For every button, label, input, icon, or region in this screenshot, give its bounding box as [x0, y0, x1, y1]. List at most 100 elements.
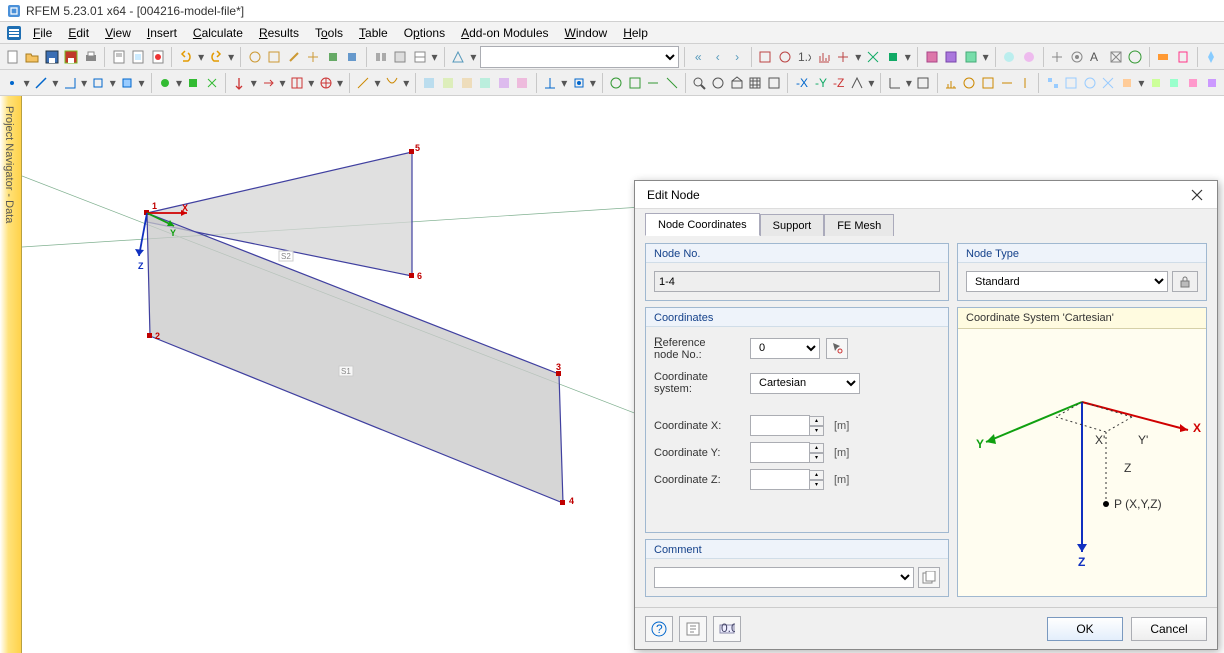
coord-z-down[interactable]: ▾ [810, 480, 824, 490]
coord-x-up[interactable]: ▴ [810, 416, 824, 426]
ok-button[interactable]: OK [1047, 617, 1123, 641]
tb2-44[interactable] [1063, 73, 1080, 93]
coord-x-down[interactable]: ▾ [810, 426, 824, 436]
tb-generic-4[interactable] [305, 47, 322, 67]
project-navigator-tab[interactable]: Project Navigator - Data [0, 96, 22, 653]
tb2-16[interactable] [440, 73, 457, 93]
tb-nav-next[interactable]: › [728, 47, 745, 67]
tb2-23[interactable] [608, 73, 625, 93]
tb2-38[interactable] [942, 73, 959, 93]
menu-help[interactable]: Help [616, 24, 655, 42]
tb2-27[interactable] [691, 73, 708, 93]
tb-loadcase-select[interactable] [480, 46, 679, 68]
tb-nav-first[interactable]: « [690, 47, 707, 67]
tb2-26[interactable] [664, 73, 681, 93]
tb2-36[interactable] [886, 73, 903, 93]
menu-table[interactable]: Table [352, 24, 395, 42]
tb2-13[interactable] [355, 73, 372, 93]
coord-x-input[interactable] [750, 415, 810, 436]
tb2-20[interactable] [514, 73, 531, 93]
tb2-17[interactable] [458, 73, 475, 93]
app-menu-icon[interactable] [4, 24, 24, 42]
tb2-18[interactable] [477, 73, 494, 93]
coord-y-up[interactable]: ▴ [810, 443, 824, 453]
tb-generic-10[interactable] [450, 47, 467, 67]
tb-generic-21[interactable] [1001, 47, 1018, 67]
menu-calculate[interactable]: Calculate [186, 24, 250, 42]
menu-view[interactable]: View [98, 24, 138, 42]
tab-fe-mesh[interactable]: FE Mesh [824, 214, 894, 236]
tb-save-red[interactable] [62, 47, 79, 67]
tb2-14[interactable] [384, 73, 401, 93]
tab-support[interactable]: Support [760, 214, 825, 236]
tb-nav-prev[interactable]: ‹ [709, 47, 726, 67]
comment-library-button[interactable] [918, 567, 940, 588]
tb-print[interactable] [82, 47, 99, 67]
tb2-11[interactable] [289, 73, 306, 93]
tb2-25[interactable] [645, 73, 662, 93]
tb2-19[interactable] [496, 73, 513, 93]
tb-generic-18[interactable] [923, 47, 940, 67]
tb-generic-15[interactable] [835, 47, 852, 67]
tb2-43[interactable] [1044, 73, 1061, 93]
dialog-close-button[interactable] [1183, 184, 1211, 206]
tb2-1[interactable] [4, 73, 21, 93]
tb-generic-11[interactable] [757, 47, 774, 67]
tb-generic-7[interactable] [372, 47, 389, 67]
tb-generic-25[interactable]: A [1087, 47, 1104, 67]
tb-generic-8[interactable] [391, 47, 408, 67]
coord-y-down[interactable]: ▾ [810, 453, 824, 463]
tb-generic-16[interactable] [865, 47, 882, 67]
tab-node-coordinates[interactable]: Node Coordinates [645, 213, 760, 236]
tb-generic-28[interactable] [1155, 47, 1172, 67]
tb-generic-30[interactable] [1202, 47, 1219, 67]
tb-undo[interactable] [177, 47, 194, 67]
tb2-49[interactable] [1166, 73, 1183, 93]
tb2-6[interactable] [156, 73, 173, 93]
tb2-29[interactable] [728, 73, 745, 93]
ref-node-pick-button[interactable] [826, 338, 848, 359]
ref-node-select[interactable]: 0 [750, 338, 820, 359]
tb-generic-13[interactable]: 1.xx [796, 47, 813, 67]
coord-y-input[interactable] [750, 442, 810, 463]
tb-generic-6[interactable] [344, 47, 361, 67]
tb-9-drop[interactable]: ▾ [430, 50, 439, 64]
tb2-48[interactable] [1147, 73, 1164, 93]
tb2-3[interactable] [61, 73, 78, 93]
tb2-7[interactable] [185, 73, 202, 93]
tb2-8[interactable] [204, 73, 221, 93]
menu-edit[interactable]: Edit [61, 24, 96, 42]
menu-file[interactable]: File [26, 24, 59, 42]
tb-generic-23[interactable] [1049, 47, 1066, 67]
tb2-47[interactable] [1119, 73, 1136, 93]
tb2-10[interactable] [260, 73, 277, 93]
coord-system-select[interactable]: Cartesian [750, 373, 860, 394]
tb-redo-drop[interactable]: ▾ [227, 50, 236, 64]
node-type-select[interactable]: Standard [966, 271, 1168, 292]
tb-generic-14[interactable] [815, 47, 832, 67]
tb-new[interactable] [4, 47, 21, 67]
menu-insert[interactable]: Insert [140, 24, 184, 42]
tb2-50[interactable] [1185, 73, 1202, 93]
tb2-41[interactable] [998, 73, 1015, 93]
tb-report-3[interactable] [149, 47, 166, 67]
tb-generic-29[interactable] [1174, 47, 1191, 67]
tb2-30[interactable] [747, 73, 764, 93]
tb2-9[interactable] [231, 73, 248, 93]
tb-generic-26[interactable] [1107, 47, 1124, 67]
tb-generic-3[interactable] [285, 47, 302, 67]
tb2-5[interactable] [119, 73, 136, 93]
menu-options[interactable]: Options [397, 24, 452, 42]
tb2-35[interactable] [849, 73, 866, 93]
tb-generic-2[interactable] [266, 47, 283, 67]
tb-generic-20[interactable] [962, 47, 979, 67]
tb-report-2[interactable] [130, 47, 147, 67]
tb2-45[interactable] [1082, 73, 1099, 93]
tb2-2[interactable] [33, 73, 50, 93]
tb2-24[interactable] [626, 73, 643, 93]
units-button[interactable]: 0.00 [713, 616, 741, 642]
tb-generic-27[interactable] [1126, 47, 1143, 67]
tb2-22[interactable] [570, 73, 587, 93]
tb2-51[interactable] [1203, 73, 1220, 93]
tb-generic-17[interactable] [884, 47, 901, 67]
